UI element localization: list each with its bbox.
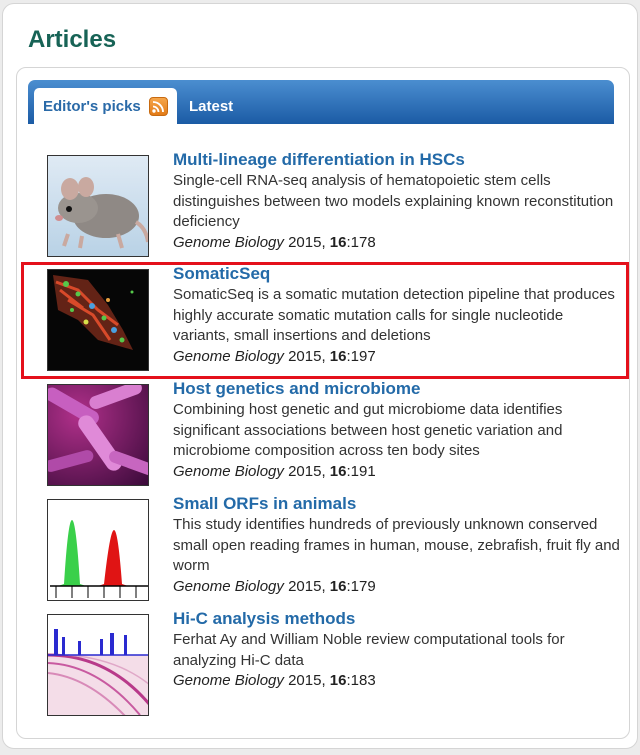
citation-journal: Genome Biology bbox=[173, 672, 284, 689]
citation-year: 2015, bbox=[283, 577, 330, 595]
citation-year: 2015, bbox=[283, 462, 330, 480]
citation-volume: 16 bbox=[329, 672, 347, 689]
tab-editors-picks[interactable]: Editor's picks bbox=[34, 88, 177, 125]
citation-volume: 16 bbox=[329, 233, 347, 251]
article-citation: Genome Biology 2015, 16:191 bbox=[173, 462, 623, 483]
citation-journal: Genome Biology bbox=[173, 233, 284, 251]
citation-journal: Genome Biology bbox=[173, 577, 284, 595]
citation-page: :178 bbox=[346, 233, 376, 251]
tab-latest[interactable]: Latest bbox=[189, 98, 233, 115]
citation-volume: 16 bbox=[329, 577, 347, 595]
citation-page: :191 bbox=[346, 462, 376, 480]
article-item: Multi-lineage differentiation in HSCs Si… bbox=[173, 150, 623, 253]
citation-page: :183 bbox=[346, 672, 376, 689]
peaks-plot-thumbnail[interactable] bbox=[47, 499, 149, 601]
article-title-link[interactable]: Small ORFs in animals bbox=[173, 494, 623, 514]
article-citation: Genome Biology 2015, 16:183 bbox=[173, 671, 623, 692]
article-item: Host genetics and microbiome Combining h… bbox=[173, 379, 623, 482]
highlight-box bbox=[21, 262, 629, 379]
article-description: Ferhat Ay and William Noble review compu… bbox=[173, 631, 565, 669]
article-title-link[interactable]: Hi-C analysis methods bbox=[173, 609, 623, 629]
article-citation: Genome Biology 2015, 16:178 bbox=[173, 233, 623, 254]
citation-year: 2015, bbox=[283, 672, 330, 689]
citation-year: 2015, bbox=[283, 233, 330, 251]
rss-feed-icon[interactable] bbox=[148, 97, 168, 116]
article-citation: Genome Biology 2015, 16:179 bbox=[173, 577, 623, 598]
mouse-thumbnail[interactable] bbox=[47, 155, 149, 257]
article-item: Hi-C analysis methods Ferhat Ay and Will… bbox=[173, 609, 623, 692]
citation-page: :179 bbox=[346, 577, 376, 595]
hic-map-thumbnail[interactable] bbox=[47, 614, 149, 716]
citation-journal: Genome Biology bbox=[173, 462, 284, 480]
section-heading: Articles bbox=[28, 26, 117, 53]
citation-volume: 16 bbox=[329, 462, 347, 480]
article-description: Single-cell RNA-seq analysis of hematopo… bbox=[173, 172, 614, 230]
tab-editors-picks-label: Editor's picks bbox=[43, 98, 141, 115]
article-title-link[interactable]: Multi-lineage differentiation in HSCs bbox=[173, 150, 623, 170]
article-description: This study identifies hundreds of previo… bbox=[173, 516, 620, 574]
bacteria-thumbnail[interactable] bbox=[47, 384, 149, 486]
article-item: Small ORFs in animals This study identif… bbox=[173, 494, 623, 597]
article-title-link[interactable]: Host genetics and microbiome bbox=[173, 379, 623, 399]
article-description: Combining host genetic and gut microbiom… bbox=[173, 401, 563, 459]
